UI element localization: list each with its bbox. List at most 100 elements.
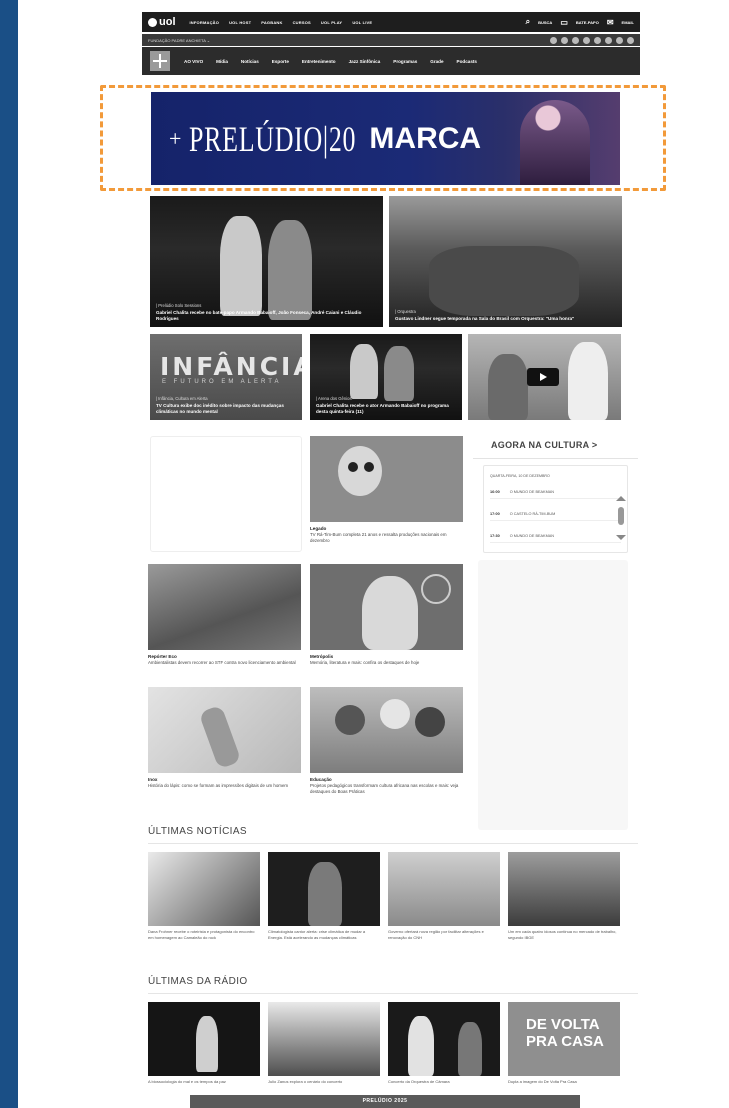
news-text: Governo ofertará nova região por facilit… [388, 929, 484, 940]
card-text: Projetos pedagógicos transformam cultura… [310, 783, 459, 794]
top-link[interactable]: PAGBANK [261, 20, 282, 25]
ad-banner[interactable]: + PRELÚDIO|20 MARCA [151, 92, 620, 185]
main-nav: AO VIVO Mídia Notícias Esporte Entreteni… [142, 47, 640, 75]
page: uol INFORMAÇÃO UOL HOST PAGBANK CURSOS U… [18, 0, 729, 1108]
chevron-up-icon[interactable] [616, 496, 626, 501]
card-kicker: Legado [310, 526, 327, 531]
linkedin-icon[interactable] [594, 36, 601, 44]
nav-item-esporte[interactable]: Esporte [272, 59, 289, 64]
schedule-scrollbar[interactable] [616, 496, 626, 546]
nav-item-jazz[interactable]: Jazz Sinfônica [349, 59, 381, 64]
news-card[interactable]: Inox História do lápis: como se formam a… [148, 687, 301, 789]
card-image [310, 564, 463, 650]
card-image [148, 564, 301, 650]
radio-item[interactable]: A biossociologia do mal e os tempos da p… [148, 1002, 260, 1085]
tiktok-icon[interactable] [616, 36, 623, 44]
news-card[interactable]: Metrópolis Memória, literatura e mais: c… [310, 564, 463, 666]
youtube-icon[interactable] [583, 36, 590, 44]
radio-image [388, 1002, 500, 1076]
instagram-icon[interactable] [561, 36, 568, 44]
ad-placeholder [150, 436, 302, 552]
nav-item-ao-vivo[interactable]: AO VIVO [184, 59, 203, 64]
email-icon[interactable]: ✉ [607, 18, 614, 27]
hero-title: Gabriel Chalita recebe no bate-papo Arma… [156, 310, 362, 321]
card-kicker: Educação [310, 777, 332, 782]
email-link[interactable]: EMAIL [622, 20, 634, 25]
schedule-row[interactable]: 16:00 O MUNDO DE BEAKMAN [490, 490, 621, 499]
news-text: Climatologista cantor alerta: crise clim… [268, 929, 366, 940]
spotify-icon[interactable] [605, 36, 612, 44]
card-text: História do lápis: como se formam as imp… [148, 783, 289, 788]
card-text: TV Rá-Tim-Bum completa 21 anos e ressalt… [310, 532, 447, 543]
social-links [550, 36, 634, 44]
twitter-icon[interactable] [572, 36, 579, 44]
news-text: Dana Frohner recebe o roteirista e prota… [148, 929, 255, 940]
radio-item[interactable]: Julio Zanus explora o cenário do concert… [268, 1002, 380, 1085]
facebook-icon[interactable] [550, 36, 557, 44]
radio-text: Concerto da Orquestra de Câmara [388, 1079, 450, 1084]
top-link[interactable]: CURSOS [293, 20, 311, 25]
nav-item-noticias[interactable]: Notícias [241, 59, 259, 64]
bottom-promo-bar[interactable]: PRELÚDIO 2025 [190, 1095, 580, 1108]
section-title: ÚLTIMAS NOTÍCIAS [148, 826, 638, 844]
schedule-row[interactable]: 17:00 O CASTELO RÁ-TIM-BUM [490, 512, 621, 521]
nav-item-midia[interactable]: Mídia [216, 59, 228, 64]
card-text: Memória, literatura e mais: confira os d… [310, 660, 420, 665]
card-text: Ambientalistas devem recorrer ao STF con… [148, 660, 296, 665]
cultura-logo-icon[interactable] [150, 51, 170, 71]
news-card[interactable]: Educação Projetos pedagógicos transforma… [310, 687, 463, 795]
agora-title[interactable]: AGORA NA CULTURA > [473, 432, 638, 459]
news-image [508, 852, 620, 926]
agora-na-cultura: AGORA NA CULTURA > QUARTA-FEIRA, 10 DE D… [473, 432, 638, 553]
card-kicker: Inox [148, 777, 158, 782]
chat-icon[interactable]: ▭ [560, 18, 568, 27]
banner-brand: MARCA [369, 121, 482, 155]
schedule-row[interactable]: 17:30 O MUNDO DE BEAKMAN [490, 534, 621, 543]
news-image [148, 852, 260, 926]
top-link[interactable]: UOL LIVE [352, 20, 372, 25]
news-item[interactable]: Um em cada quatro idosos continua no mer… [508, 852, 620, 940]
hero-kicker: | Prelúdio Solo Sessions [156, 303, 202, 308]
radio-text: A biossociologia do mal e os tempos da p… [148, 1079, 226, 1084]
top-link[interactable]: INFORMAÇÃO [190, 20, 220, 25]
nav-item-grade[interactable]: Grade [430, 59, 443, 64]
top-link[interactable]: UOL HOST [229, 20, 251, 25]
schedule-date: QUARTA-FEIRA, 10 DE DEZEMBRO [490, 474, 550, 478]
radio-item[interactable]: Concerto da Orquestra de Câmara [388, 1002, 500, 1085]
hero-tile[interactable]: | Prelúdio Solo Sessions Gabriel Chalita … [150, 196, 383, 327]
nav-item-podcasts[interactable]: Podcasts [457, 59, 477, 64]
search-icon[interactable]: ⌕ [526, 17, 530, 27]
chevron-down-icon[interactable] [616, 535, 626, 540]
hero-kicker: | Orquestra [395, 309, 416, 314]
news-item[interactable]: Governo ofertará nova região por facilit… [388, 852, 500, 940]
news-item[interactable]: Dana Frohner recebe o roteirista e prota… [148, 852, 260, 940]
chat-link[interactable]: BATE-PAPO [576, 20, 599, 25]
uol-logo[interactable]: uol [148, 16, 176, 28]
news-card[interactable]: Repórter Eco Ambientalistas devem recorr… [148, 564, 301, 666]
video-tile[interactable] [468, 334, 621, 420]
hero-tile[interactable]: | Orquestra Gustavo Lindner segue tempora… [389, 196, 622, 327]
top-link[interactable]: UOL PLAY [321, 20, 342, 25]
scroll-thumb[interactable] [618, 507, 624, 525]
latest-news-strip: Dana Frohner recebe o roteirista e prota… [148, 852, 620, 940]
news-card[interactable]: Legado TV Rá-Tim-Bum completa 21 anos e … [310, 436, 463, 544]
nav-item-programas[interactable]: Programas [393, 59, 417, 64]
nav-item-entretenimento[interactable]: Entretenimento [302, 59, 336, 64]
search-link[interactable]: BUSCA [538, 20, 552, 25]
card-image [310, 687, 463, 773]
radio-item[interactable]: DE VOLTA PRA CASA Dupla a imagem do De V… [508, 1002, 620, 1085]
foundation-menu[interactable]: FUNDAÇÃO PADRE ANCHIETA ⌄ [148, 38, 210, 43]
card-image [310, 436, 463, 522]
promo-line: DE VOLTA [526, 1016, 600, 1033]
whatsapp-icon[interactable] [627, 36, 634, 44]
story-tile[interactable]: INFÂNCIA E FUTURO EM ALERTA | Infância, … [150, 334, 302, 420]
play-icon[interactable] [527, 368, 559, 386]
violinist-image [520, 100, 590, 185]
news-item[interactable]: Climatologista cantor alerta: crise clim… [268, 852, 380, 940]
story-title: Gabriel Chalita recebe o ator Armando Ba… [316, 403, 449, 414]
radio-text: Dupla a imagem do De Volta Pra Casa [508, 1079, 577, 1084]
logo-icon [148, 17, 157, 27]
promo-line: PRA CASA [526, 1033, 604, 1050]
card-image [148, 687, 301, 773]
story-tile[interactable]: | Arena dos Gênios Gabriel Chalita recebe… [310, 334, 462, 420]
